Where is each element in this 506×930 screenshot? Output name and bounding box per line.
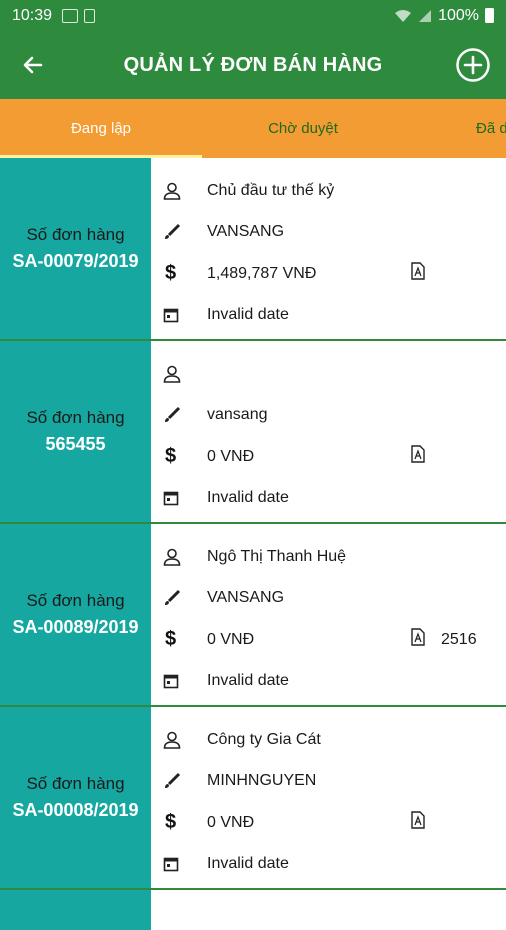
order-amount: 0 VNĐ	[207, 630, 255, 648]
pen-icon	[163, 772, 203, 790]
arrow-left-icon	[23, 56, 43, 74]
customer-name: Ngô Thị Thanh Huệ	[207, 547, 347, 565]
back-button[interactable]	[0, 31, 66, 99]
tab-label: Chờ duyệt	[268, 120, 338, 137]
pen-icon	[163, 406, 203, 424]
plus-circle-icon	[456, 48, 490, 82]
pdf-file-icon[interactable]	[411, 628, 425, 651]
pen-icon	[163, 223, 203, 241]
pdf-file-icon[interactable]	[411, 445, 425, 468]
order-number-panel: Số đơn hàng SA-00079/2019	[0, 158, 151, 339]
creator-name: VANSANG	[207, 589, 285, 607]
tab-label: Đã d	[476, 120, 506, 137]
order-date: Invalid date	[207, 489, 289, 507]
battery-icon	[485, 8, 494, 23]
battery-percent: 100%	[438, 6, 479, 24]
image-notification-icon	[62, 8, 79, 23]
order-amount: 0 VNĐ	[207, 813, 255, 831]
order-row[interactable]: Số đơn hàng SA-00008/2019 Công ty Gia Cá…	[0, 707, 506, 890]
order-number-panel: Số đơn hàng SA-00089/2019	[0, 524, 151, 705]
order-list: Số đơn hàng SA-00079/2019 Chủ đầu tư thế…	[0, 158, 506, 930]
calendar-icon	[163, 673, 203, 689]
order-details	[151, 890, 506, 930]
creator-name: VANSANG	[207, 223, 285, 241]
tab-label: Đang lập	[70, 120, 132, 137]
order-number-panel: Số đơn hàng 565455	[0, 341, 151, 522]
order-details: vansang $0 VNĐ Invalid date	[151, 341, 506, 522]
customer-name: Chủ đầu tư thế kỷ	[207, 181, 335, 199]
status-tabs: Đang lập Chờ duyệt Đã d	[0, 99, 506, 158]
order-details: Chủ đầu tư thế kỷ VANSANG $1,489,787 VNĐ…	[151, 158, 506, 339]
order-row[interactable]: Số đơn hàng SA-00089/2019 Ngô Thị Thanh …	[0, 524, 506, 707]
pen-icon	[163, 589, 203, 607]
person-icon	[163, 548, 203, 566]
order-row-partial[interactable]	[0, 890, 506, 930]
order-number-panel: Số đơn hàng SA-00008/2019	[0, 707, 151, 888]
tab-da-duyet[interactable]: Đã d	[404, 99, 506, 158]
order-row[interactable]: Số đơn hàng SA-00079/2019 Chủ đầu tư thế…	[0, 158, 506, 341]
calendar-icon	[163, 307, 203, 323]
person-icon	[163, 731, 203, 749]
signal-icon	[419, 9, 432, 22]
status-time: 10:39	[12, 6, 53, 24]
order-amount: 1,489,787 VNĐ	[207, 264, 317, 282]
tab-dang-lap[interactable]: Đang lập	[0, 99, 202, 158]
order-row[interactable]: Số đơn hàng 565455 vansang $0 VNĐ Invali…	[0, 341, 506, 524]
pdf-file-icon[interactable]	[411, 262, 425, 285]
storage-notification-icon	[84, 8, 96, 23]
creator-name: MINHNGUYEN	[207, 772, 317, 790]
person-icon	[163, 365, 203, 383]
dollar-icon: $	[165, 262, 177, 285]
order-number-panel	[0, 890, 151, 930]
dollar-icon: $	[165, 445, 177, 468]
dollar-icon: $	[165, 628, 177, 651]
person-icon	[163, 182, 203, 200]
pdf-code: 2516	[441, 630, 477, 648]
status-bar: 10:39 100%	[0, 0, 506, 31]
order-date: Invalid date	[207, 306, 289, 324]
order-number-label: Số đơn hàng	[26, 773, 125, 793]
tab-cho-duyet[interactable]: Chờ duyệt	[202, 99, 404, 158]
order-number-label: Số đơn hàng	[26, 407, 125, 427]
creator-name: vansang	[207, 406, 268, 424]
app-bar: QUẢN LÝ ĐƠN BÁN HÀNG	[0, 31, 506, 99]
customer-name: Công ty Gia Cát	[207, 730, 321, 748]
order-date: Invalid date	[207, 672, 289, 690]
order-date: Invalid date	[207, 855, 289, 873]
order-number-label: Số đơn hàng	[26, 224, 125, 244]
calendar-icon	[163, 856, 203, 872]
order-number-label: Số đơn hàng	[26, 590, 125, 610]
order-number: SA-00008/2019	[12, 799, 139, 820]
add-order-button[interactable]	[440, 31, 506, 99]
order-amount: 0 VNĐ	[207, 447, 255, 465]
order-number: SA-00079/2019	[12, 250, 139, 271]
calendar-icon	[163, 490, 203, 506]
wifi-icon	[395, 9, 412, 22]
pdf-file-icon[interactable]	[411, 811, 425, 834]
page-title: QUẢN LÝ ĐƠN BÁN HÀNG	[123, 53, 383, 76]
order-details: Công ty Gia Cát MINHNGUYEN $0 VNĐ Invali…	[151, 707, 506, 888]
order-number: SA-00089/2019	[12, 616, 139, 637]
order-number: 565455	[45, 433, 106, 454]
order-details: Ngô Thị Thanh Huệ VANSANG $0 VNĐ 2516 In…	[151, 524, 506, 705]
dollar-icon: $	[165, 811, 177, 834]
